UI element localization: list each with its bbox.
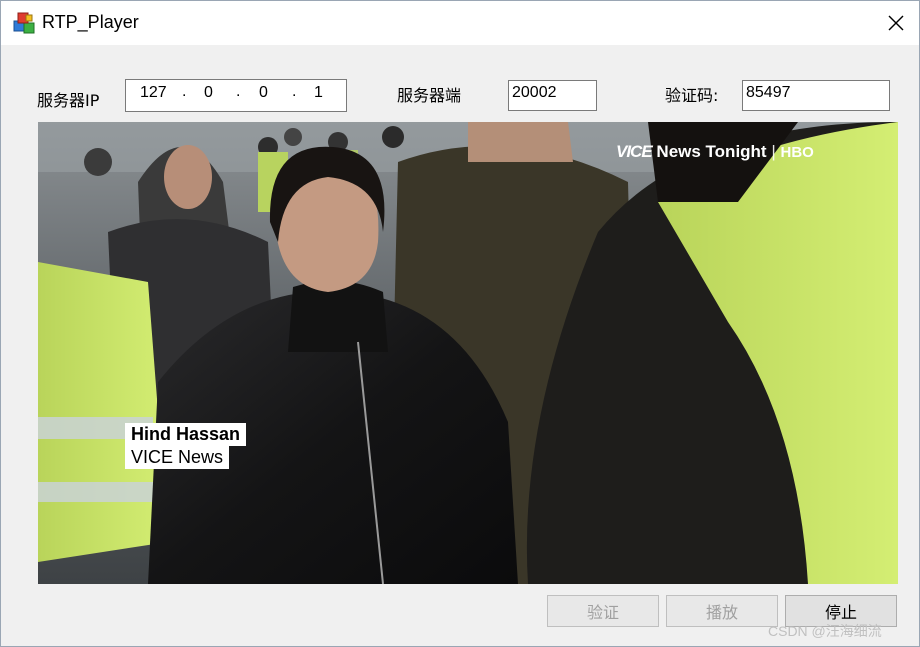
- title-bar: RTP_Player: [1, 1, 919, 45]
- ip-dot: .: [236, 83, 241, 100]
- server-port-input[interactable]: 20002: [508, 80, 597, 111]
- verify-button[interactable]: 验证: [547, 595, 659, 627]
- vice-logo-text: VICE: [616, 142, 653, 161]
- play-button[interactable]: 播放: [666, 595, 778, 627]
- news-tonight-text: News Tonight: [656, 142, 767, 161]
- verify-code-label: 验证码:: [665, 86, 719, 105]
- server-ip-label: 服务器IP: [37, 91, 100, 110]
- close-button[interactable]: [873, 1, 919, 45]
- verify-code-input[interactable]: 85497: [742, 80, 890, 111]
- ip-octet-4[interactable]: 1: [314, 84, 323, 102]
- ip-dot: .: [292, 83, 297, 100]
- ip-octet-1[interactable]: 127: [140, 84, 167, 102]
- video-scene: [38, 122, 898, 584]
- app-window: RTP_Player 服务器IP 127 . 0 . 0 . 1 服务器端 20…: [0, 0, 920, 647]
- video-frame: VICE News Tonight | HBO Hind Hassan VICE…: [38, 122, 898, 584]
- server-port-label: 服务器端: [397, 86, 462, 105]
- ip-dot: .: [182, 83, 187, 100]
- ip-octet-2[interactable]: 0: [204, 84, 213, 102]
- server-ip-input[interactable]: 127 . 0 . 0 . 1: [125, 79, 347, 112]
- ip-octet-3[interactable]: 0: [259, 84, 268, 102]
- lower-third-name: Hind Hassan: [125, 423, 247, 446]
- window-title: RTP_Player: [42, 12, 139, 32]
- hbo-logo-text: HBO: [780, 144, 814, 161]
- app-cubes-icon: [13, 12, 35, 34]
- close-icon: [888, 15, 904, 31]
- lower-third-org: VICE News: [125, 446, 230, 469]
- broadcast-logo: VICE News Tonight | HBO: [616, 142, 814, 162]
- csdn-watermark: CSDN @汪海细流: [768, 623, 882, 639]
- logo-divider: |: [771, 142, 776, 161]
